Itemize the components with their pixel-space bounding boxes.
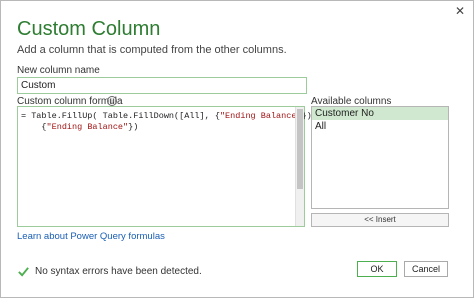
dialog-title: Custom Column [17,18,161,40]
syntax-status: No syntax errors have been detected. [17,264,202,278]
insert-button[interactable]: << Insert [311,213,449,227]
learn-power-query-link[interactable]: Learn about Power Query formulas [17,231,165,242]
formula-line2-prefix: { [21,122,47,132]
ok-button[interactable]: OK [357,261,397,277]
formula-scrollbar[interactable] [295,107,304,226]
formula-line2-suffix: }) [128,122,139,132]
list-item-customer-no[interactable]: Customer No [312,107,448,120]
status-text: No syntax errors have been detected. [35,265,202,277]
formula-editor[interactable]: = Table.FillUp( Table.FillDown([All], {"… [17,106,317,227]
custom-column-dialog: ✕ Custom Column Add a column that is com… [0,0,474,298]
cancel-button[interactable]: Cancel [404,261,448,277]
new-column-name-label: New column name [17,65,100,76]
formula-string-literal: "Ending Balance" [46,122,129,132]
list-item-all[interactable]: All [312,120,448,133]
available-columns-list: Customer No All [311,106,449,209]
formula-string-literal: "Ending Balance" [219,111,302,121]
new-column-name-input[interactable] [17,77,307,94]
close-icon[interactable]: ✕ [455,4,465,18]
formula-code: = Table.FillUp( Table.FillDown([All], {"… [21,111,317,133]
dialog-subtitle: Add a column that is computed from the o… [17,44,287,56]
check-icon [18,266,29,277]
formula-line1-part1: = Table.FillUp( Table.FillDown([All], { [21,111,220,121]
info-icon[interactable]: i [107,96,117,106]
scrollbar-thumb[interactable] [297,109,303,189]
